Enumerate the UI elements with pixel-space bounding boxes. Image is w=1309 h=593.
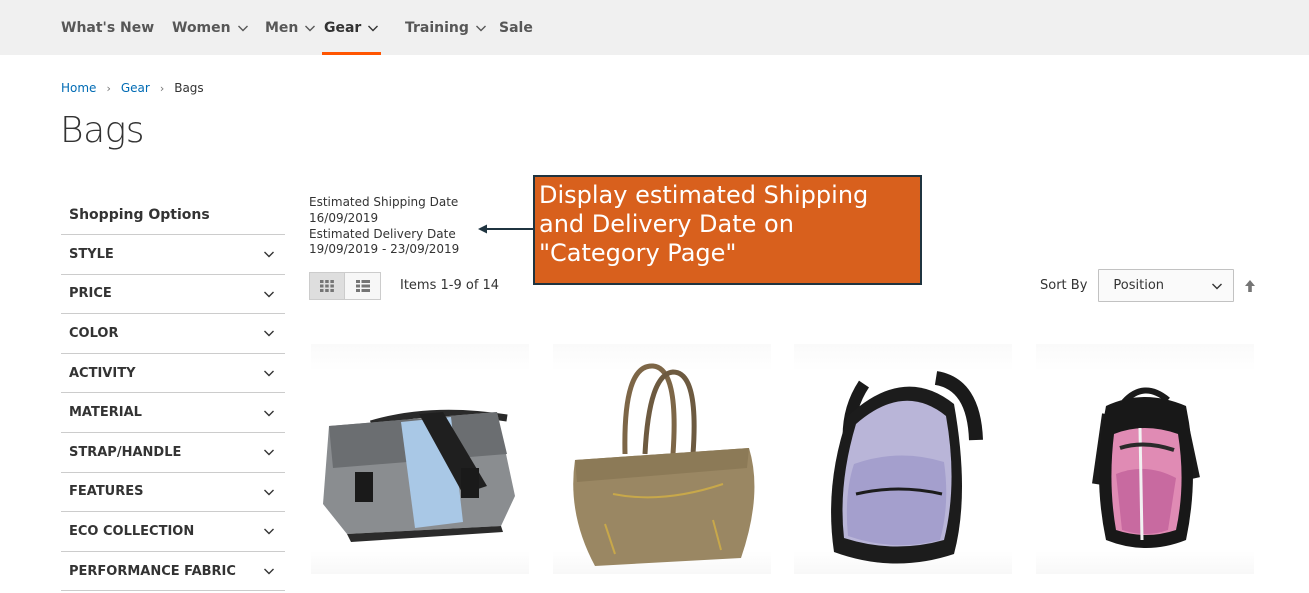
active-nav-underline xyxy=(322,52,382,55)
chevron-down-icon xyxy=(1212,283,1223,289)
arrow-up-icon[interactable] xyxy=(1244,279,1256,293)
top-navigation: What's New Women Men Gear Training Sale xyxy=(0,0,1309,55)
filter-material[interactable]: MATERIAL xyxy=(61,393,285,433)
page-title: Bags xyxy=(60,110,145,151)
nav-item-label: Training xyxy=(405,19,469,36)
filter-label: FEATURES xyxy=(69,484,144,500)
annotation-line: and Delivery Date on xyxy=(539,210,794,238)
filter-label: PRICE xyxy=(69,286,112,302)
product-item-lavender-backpack[interactable] xyxy=(794,344,1012,574)
nav-item-gear[interactable]: Gear xyxy=(322,0,382,55)
filter-label: COLOR xyxy=(69,325,119,341)
filter-eco-collection[interactable]: ECO COLLECTION xyxy=(61,512,285,552)
chevron-down-icon xyxy=(264,330,274,337)
product-image xyxy=(831,371,983,564)
filter-price[interactable]: PRICE xyxy=(61,275,285,315)
nav-item-label: Men xyxy=(265,19,299,36)
chevron-down-icon xyxy=(264,370,274,377)
nav-item-training[interactable]: Training xyxy=(405,0,487,55)
product-image xyxy=(323,409,515,542)
nav-item-women[interactable]: Women xyxy=(172,0,249,55)
product-item-duffle-bag[interactable] xyxy=(553,344,771,574)
product-image xyxy=(1092,387,1200,548)
estimated-shipping-info: Estimated Shipping Date 16/09/2019 Estim… xyxy=(309,195,459,258)
grid-view-icon xyxy=(320,280,334,292)
breadcrumb-home-link[interactable]: Home xyxy=(61,81,96,95)
filter-label: PERFORMANCE FABRIC xyxy=(69,563,236,579)
nav-item-label: Women xyxy=(172,19,231,36)
grid-view-button[interactable] xyxy=(309,272,345,300)
sort-by-value: Position xyxy=(1113,278,1165,293)
chevron-down-icon xyxy=(264,410,274,417)
filter-features[interactable]: FEATURES xyxy=(61,473,285,513)
chevron-down-icon xyxy=(264,251,274,258)
filter-label: ACTIVITY xyxy=(69,365,136,381)
chevron-down-icon xyxy=(305,25,316,31)
filter-performance-fabric[interactable]: PERFORMANCE FABRIC xyxy=(61,552,285,592)
shipping-date-value: 16/09/2019 xyxy=(309,210,379,225)
product-item-pink-backpack[interactable] xyxy=(1036,344,1254,574)
chevron-down-icon xyxy=(368,25,379,31)
sort-by-select[interactable]: Position xyxy=(1098,269,1235,302)
nav-item-label: Gear xyxy=(324,19,362,36)
sort-by-label: Sort By xyxy=(1040,278,1088,293)
filter-strap-handle[interactable]: STRAP/HANDLE xyxy=(61,433,285,473)
view-mode-switcher xyxy=(309,272,381,300)
chevron-down-icon xyxy=(264,489,274,496)
chevron-down-icon xyxy=(264,291,274,298)
filter-label: STYLE xyxy=(69,246,114,262)
chevron-down-icon xyxy=(264,449,274,456)
filter-label: MATERIAL xyxy=(69,405,142,421)
list-view-icon xyxy=(355,280,370,292)
nav-item-sale[interactable]: Sale xyxy=(499,0,533,55)
product-image xyxy=(573,363,755,566)
delivery-date-label: Estimated Delivery Date xyxy=(309,226,456,241)
filter-color[interactable]: COLOR xyxy=(61,314,285,354)
filter-sidebar: Shopping Options STYLE PRICE COLOR ACTIV… xyxy=(61,196,285,592)
breadcrumb-separator: › xyxy=(159,81,165,95)
nav-item-men[interactable]: Men xyxy=(265,0,316,55)
breadcrumb: Home › Gear › Bags xyxy=(61,81,204,95)
breadcrumb-separator: › xyxy=(106,81,111,95)
delivery-date-range: 19/09/2019 - 23/09/2019 xyxy=(309,242,460,257)
annotation-arrow-icon xyxy=(478,224,534,234)
filter-activity[interactable]: ACTIVITY xyxy=(61,354,285,394)
nav-item-whats-new[interactable]: What's New xyxy=(61,0,154,55)
annotation-line: Display estimated Shipping xyxy=(539,181,869,209)
list-view-button[interactable] xyxy=(345,272,381,300)
filter-style[interactable]: STYLE xyxy=(61,235,285,275)
items-count: Items 1-9 of 14 xyxy=(400,278,500,293)
nav-item-label: What's New xyxy=(61,19,155,36)
shipping-date-label: Estimated Shipping Date xyxy=(309,195,459,209)
annotation-callout: Display estimated Shipping and Delivery … xyxy=(533,175,922,285)
sorter: Sort By Position xyxy=(1040,269,1256,302)
nav-item-label: Sale xyxy=(499,19,533,36)
chevron-down-icon xyxy=(264,568,274,575)
chevron-down-icon xyxy=(264,528,274,535)
filter-label: STRAP/HANDLE xyxy=(69,444,182,460)
breadcrumb-gear-link[interactable]: Gear xyxy=(121,81,150,95)
product-item-messenger-bag[interactable] xyxy=(311,344,529,574)
chevron-down-icon xyxy=(475,25,486,31)
annotation-line: "Category Page" xyxy=(539,239,737,267)
breadcrumb-current: Bags xyxy=(174,81,204,95)
filter-label: ECO COLLECTION xyxy=(69,523,195,539)
chevron-down-icon xyxy=(237,25,248,31)
shopping-options-title: Shopping Options xyxy=(61,196,285,235)
